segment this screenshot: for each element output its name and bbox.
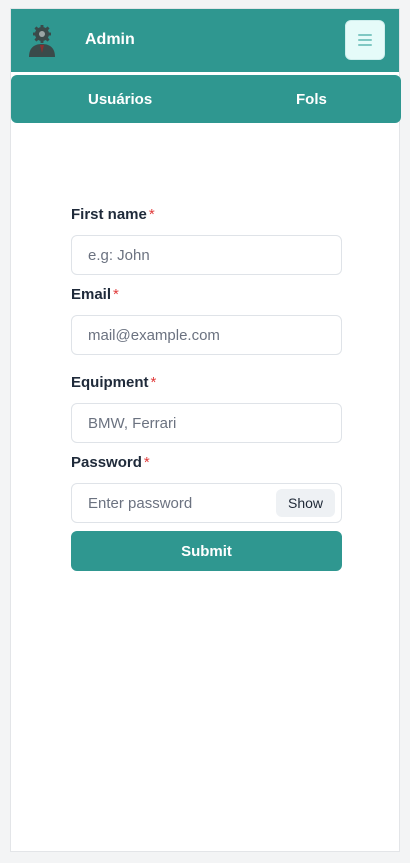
menu-toggle-button[interactable]	[345, 20, 385, 60]
submit-button[interactable]: Submit	[71, 531, 342, 571]
password-label: Password *	[71, 454, 150, 471]
secondary-nav: Usuários Fols	[11, 75, 401, 123]
required-mark: *	[148, 206, 155, 223]
top-navbar: Admin	[11, 9, 399, 72]
first-name-field	[71, 235, 342, 275]
admin-avatar-icon	[25, 24, 59, 58]
brand-title[interactable]: Admin	[85, 31, 135, 49]
nav-item-fols[interactable]: Fols	[296, 91, 327, 108]
required-mark: *	[113, 286, 119, 303]
equipment-label: Equipment *	[71, 374, 157, 391]
required-mark: *	[143, 454, 150, 471]
email-label: Email *	[71, 286, 119, 303]
email-field	[71, 315, 342, 355]
first-name-input[interactable]	[72, 236, 341, 274]
email-input[interactable]	[72, 316, 341, 354]
nav-item-usuarios[interactable]: Usuários	[88, 91, 152, 108]
required-mark: *	[150, 374, 157, 391]
password-field: Show	[71, 483, 342, 523]
hamburger-menu-icon	[358, 34, 372, 36]
show-password-button[interactable]: Show	[276, 489, 335, 517]
app-frame: Admin Usuários Fols First name* Email* E…	[10, 8, 401, 852]
equipment-field	[71, 403, 342, 443]
first-name-label: First name *	[71, 206, 155, 223]
equipment-input[interactable]	[72, 404, 341, 442]
